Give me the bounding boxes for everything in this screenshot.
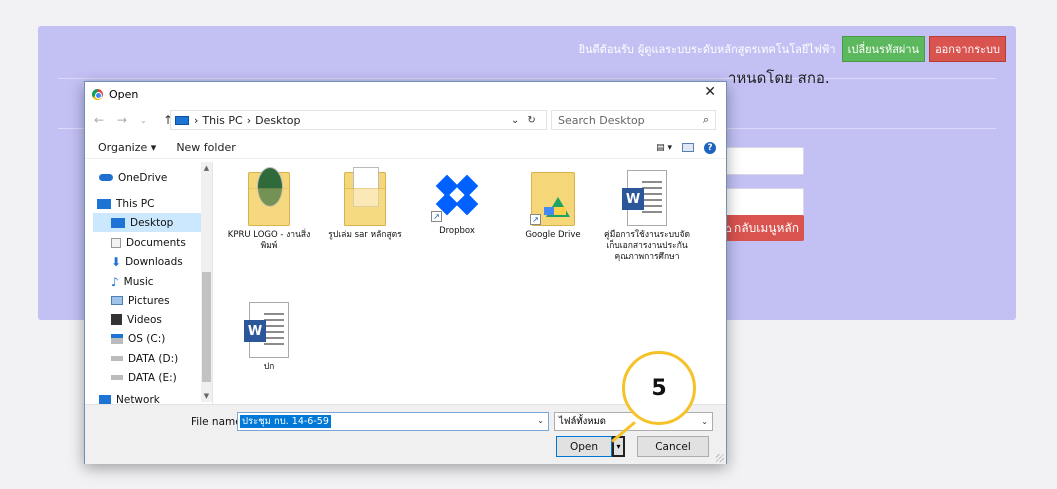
search-placeholder: Search Desktop	[558, 113, 645, 127]
nav-item-os-c[interactable]: OS (C:)	[111, 329, 165, 348]
address-bar[interactable]: › This PC › Desktop	[170, 110, 547, 130]
scroll-thumb[interactable]	[202, 272, 211, 382]
user-bar: ยินดีต้อนรับ ผู้ดูแลระบบระดับหลักสูตรเทค…	[579, 36, 1006, 62]
shortcut-arrow-icon: ↗	[530, 214, 541, 225]
nav-item-this-pc[interactable]: This PC	[97, 194, 154, 213]
refresh-icon[interactable]: ↻	[527, 115, 535, 126]
organize-button[interactable]: Organize ▾	[98, 141, 156, 154]
file-item[interactable]: รูปเล่ม sar หลักสูตร	[320, 167, 410, 241]
breadcrumb-sep: ›	[246, 113, 252, 127]
word-document-icon: W	[244, 302, 289, 358]
video-icon	[111, 314, 122, 325]
back-to-menu-button[interactable]: ⌂ กลับเมนูหลัก	[720, 215, 804, 241]
back-arrow-icon[interactable]: ←	[94, 113, 108, 127]
google-drive-icon: ↗	[530, 172, 575, 226]
address-dropdown-icon[interactable]: ⌄	[511, 115, 519, 126]
dialog-titlebar: Open ✕	[85, 82, 726, 106]
file-item[interactable]: ↗ Dropbox	[412, 172, 502, 237]
forward-arrow-icon[interactable]: →	[117, 113, 131, 127]
desktop-icon	[111, 217, 125, 228]
navigation-pane: OneDrive This PC Desktop Documents ⬇ Dow…	[85, 162, 213, 404]
search-icon: ⌕	[702, 113, 709, 126]
dialog-toolbar: Organize ▾ New folder ▤ ▾ ?	[85, 137, 726, 159]
dialog-footer: File name: ประชุม กบ. 14-6-59 ⌄ ไฟล์ทั้ง…	[85, 404, 726, 464]
nav-item-pictures[interactable]: Pictures	[111, 291, 170, 310]
shortcut-arrow-icon: ↗	[431, 211, 442, 222]
chevron-down-icon: ⌄	[701, 417, 708, 426]
welcome-text: ยินดีต้อนรับ	[578, 43, 634, 56]
breadcrumb-this-pc[interactable]: This PC	[202, 114, 242, 127]
nav-item-desktop[interactable]: Desktop	[93, 213, 201, 232]
cancel-button[interactable]: Cancel	[637, 436, 709, 457]
preview-pane-icon[interactable]	[682, 143, 694, 152]
file-item[interactable]: W คู่มือการใช้งานระบบจัดเก็บเอกสารงานประ…	[602, 170, 692, 263]
scroll-down-icon[interactable]: ▼	[201, 392, 212, 400]
logout-button[interactable]: ออกจากระบบ	[929, 36, 1006, 62]
user-name: ผู้ดูแลระบบระดับหลักสูตรเทคโนโลยีไฟฟ้า	[637, 43, 836, 56]
download-icon: ⬇	[111, 254, 122, 269]
search-input[interactable]: Search Desktop ⌕	[551, 110, 716, 130]
file-item[interactable]: W ปก	[224, 302, 314, 373]
nav-item-data-e[interactable]: DATA (E:)	[111, 368, 177, 387]
form-input[interactable]	[724, 147, 804, 175]
nav-item-documents[interactable]: Documents	[111, 233, 186, 252]
page-subtitle: าหนดโดย สกอ.	[728, 69, 830, 87]
nav-item-data-d[interactable]: DATA (D:)	[111, 349, 178, 368]
open-button[interactable]: Open	[556, 436, 612, 457]
nav-scrollbar[interactable]: ▲ ▼	[201, 162, 212, 402]
change-password-button[interactable]: เปลี่ยนรหัสผ่าน	[841, 36, 926, 62]
form-input[interactable]	[724, 188, 804, 216]
file-item[interactable]: ↗ Google Drive	[508, 172, 598, 241]
resize-grip[interactable]	[716, 454, 724, 462]
close-icon[interactable]: ✕	[704, 84, 716, 100]
dropbox-icon: ↗	[431, 172, 481, 222]
nav-item-onedrive[interactable]: OneDrive	[99, 168, 167, 187]
music-icon: ♪	[111, 274, 119, 289]
view-controls: ▤ ▾ ?	[656, 141, 716, 154]
divider	[58, 78, 996, 79]
file-type-value: ไฟล์ทั้งหมด	[559, 416, 606, 427]
cloud-icon	[99, 174, 113, 181]
back-button-label: กลับเมนูหลัก	[734, 220, 799, 235]
drive-icon	[111, 375, 123, 380]
drive-icon	[111, 356, 123, 361]
chrome-icon	[92, 88, 103, 100]
address-row: ← → ⌄ ↑ › This PC › Desktop ⌄ ↻ Search D…	[85, 109, 726, 131]
folder-icon	[344, 167, 386, 226]
documents-icon	[111, 237, 121, 248]
folder-icon	[248, 167, 290, 226]
chevron-down-icon[interactable]: ⌄	[537, 416, 544, 425]
file-name-value: ประชุม กบ. 14-6-59	[240, 415, 331, 428]
network-icon	[99, 394, 111, 404]
nav-item-network[interactable]: Network	[99, 390, 160, 404]
change-view-icon[interactable]: ▤ ▾	[656, 143, 672, 153]
scroll-up-icon[interactable]: ▲	[201, 164, 212, 172]
word-document-icon: W	[622, 170, 667, 226]
pc-icon	[175, 115, 189, 125]
help-icon[interactable]: ?	[704, 141, 716, 154]
breadcrumb-sep: ›	[194, 113, 199, 127]
step-number-callout: 5	[622, 351, 696, 425]
nav-item-downloads[interactable]: ⬇ Downloads	[111, 252, 183, 271]
recent-chevron-icon[interactable]: ⌄	[140, 116, 154, 125]
nav-item-music[interactable]: ♪ Music	[111, 272, 154, 291]
file-name-input[interactable]: ประชุม กบ. 14-6-59 ⌄	[237, 412, 549, 431]
pc-icon	[97, 198, 111, 209]
dialog-title: Open	[109, 87, 139, 101]
address-tools: ⌄ ↻	[511, 115, 536, 126]
file-item[interactable]: KPRU LOGO - งานสิ่งพิมพ์	[224, 167, 314, 252]
windows-drive-icon	[111, 333, 123, 344]
breadcrumb-desktop[interactable]: Desktop	[255, 114, 300, 127]
pictures-icon	[111, 296, 123, 305]
nav-item-videos[interactable]: Videos	[111, 310, 162, 329]
new-folder-button[interactable]: New folder	[176, 141, 235, 154]
